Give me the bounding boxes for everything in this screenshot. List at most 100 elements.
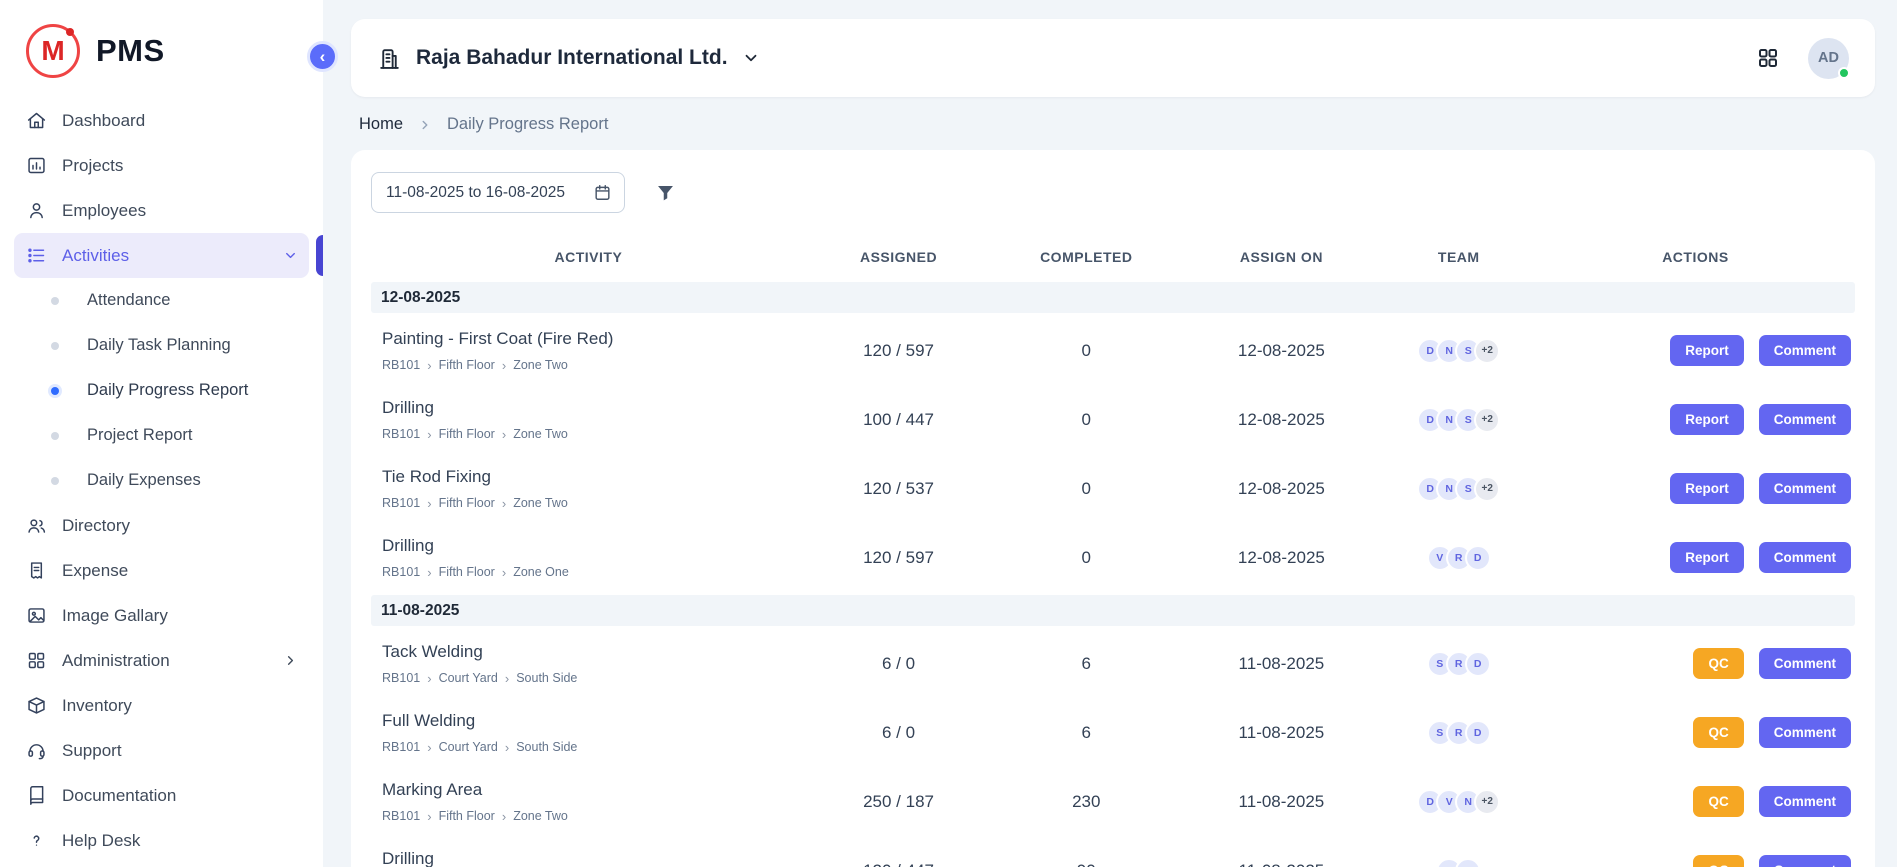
comment-button[interactable]: Comment: [1759, 786, 1851, 817]
main-content: Raja Bahadur International Ltd. AD Home …: [323, 0, 1897, 867]
activity-path: RB101›Court Yard›South Side: [382, 740, 806, 754]
completed-value: 0: [991, 479, 1181, 499]
sidebar-item-label: Dashboard: [62, 111, 145, 131]
comment-button[interactable]: Comment: [1759, 335, 1851, 366]
activity-cell: DrillingRB101›Fifth Floor›Zone Two: [371, 398, 806, 441]
team-avatar: R: [1455, 858, 1481, 867]
column-header-activity: ACTIVITY: [371, 249, 806, 265]
qc-button[interactable]: QC: [1693, 717, 1743, 748]
sidebar-collapse-button[interactable]: ‹: [307, 41, 338, 72]
sidebar-item-employees[interactable]: Employees: [14, 188, 309, 233]
chevron-right-icon: ›: [502, 359, 506, 372]
path-segment: Court Yard: [439, 740, 498, 754]
qc-button[interactable]: QC: [1693, 786, 1743, 817]
chevron-right-icon: [418, 118, 432, 132]
sidebar-item-image-gallary[interactable]: Image Gallary: [14, 593, 309, 638]
sidebar-item-label: Activities: [62, 246, 129, 266]
assign-on-value: 11-08-2025: [1181, 861, 1381, 867]
sidebar-item-label: Support: [62, 741, 122, 761]
bullet-icon: [51, 432, 59, 440]
filter-funnel-button[interactable]: [655, 182, 676, 203]
comment-button[interactable]: Comment: [1759, 717, 1851, 748]
comment-button[interactable]: Comment: [1759, 542, 1851, 573]
sidebar-item-label: Expense: [62, 561, 128, 581]
sidebar-item-help-desk[interactable]: Help Desk: [14, 818, 309, 863]
activity-cell: Tie Rod FixingRB101›Fifth Floor›Zone Two: [371, 467, 806, 510]
apps-grid-icon[interactable]: [1756, 46, 1780, 70]
sidebar-item-label: Documentation: [62, 786, 176, 806]
sidebar-subitem-daily-expenses[interactable]: Daily Expenses: [14, 458, 309, 503]
sidebar-subitem-attendance[interactable]: Attendance: [14, 278, 309, 323]
assigned-value: 250 / 187: [806, 792, 992, 812]
activity-row: DrillingRB101›Fifth Floor›Zone Two100 / …: [371, 385, 1855, 454]
comment-button[interactable]: Comment: [1759, 404, 1851, 435]
assign-on-value: 12-08-2025: [1181, 341, 1381, 361]
activity-path: RB101›Fifth Floor›Zone Two: [382, 809, 806, 823]
company-name: Raja Bahadur International Ltd.: [416, 46, 728, 70]
qc-button[interactable]: QC: [1693, 855, 1743, 867]
activity-row: Tie Rod FixingRB101›Fifth Floor›Zone Two…: [371, 454, 1855, 523]
sidebar-item-support[interactable]: Support: [14, 728, 309, 773]
users-icon: [25, 515, 47, 537]
column-header-team: TEAM: [1382, 249, 1536, 265]
comment-button[interactable]: Comment: [1759, 855, 1851, 867]
sidebar-subitem-label: Daily Progress Report: [87, 381, 248, 400]
path-segment: Zone Two: [513, 358, 568, 372]
sidebar-subitem-project-report[interactable]: Project Report: [14, 413, 309, 458]
topbar-right: AD: [1756, 38, 1849, 79]
activity-title: Drilling: [382, 398, 806, 418]
sidebar-subitem-daily-progress-report[interactable]: Daily Progress Report: [14, 368, 309, 413]
topbar: Raja Bahadur International Ltd. AD: [351, 19, 1875, 97]
path-segment: RB101: [382, 565, 420, 579]
date-range-input[interactable]: 11-08-2025 to 16-08-2025: [371, 172, 625, 213]
comment-button[interactable]: Comment: [1759, 648, 1851, 679]
activity-title: Tie Rod Fixing: [382, 467, 806, 487]
sidebar-item-directory[interactable]: Directory: [14, 503, 309, 548]
chevron-right-icon: ›: [502, 428, 506, 441]
qc-button[interactable]: QC: [1693, 648, 1743, 679]
report-button[interactable]: Report: [1670, 473, 1744, 504]
sidebar-item-inventory[interactable]: Inventory: [14, 683, 309, 728]
completed-value: 6: [991, 723, 1181, 743]
actions-cell: QC Comment: [1536, 717, 1855, 748]
receipt-icon: [25, 560, 47, 582]
assigned-value: 120 / 447: [806, 861, 992, 867]
path-segment: RB101: [382, 740, 420, 754]
company-selector[interactable]: Raja Bahadur International Ltd.: [377, 46, 760, 71]
activity-cell: Tack WeldingRB101›Court Yard›South Side: [371, 642, 806, 685]
chevron-down-icon: [283, 248, 298, 263]
sidebar-item-expense[interactable]: Expense: [14, 548, 309, 593]
activity-row: Tack WeldingRB101›Court Yard›South Side6…: [371, 629, 1855, 698]
report-button[interactable]: Report: [1670, 542, 1744, 573]
breadcrumb-home[interactable]: Home: [359, 115, 403, 134]
actions-cell: Report Comment: [1536, 473, 1855, 504]
assigned-value: 120 / 597: [806, 341, 992, 361]
report-button[interactable]: Report: [1670, 404, 1744, 435]
completed-value: 0: [991, 341, 1181, 361]
path-segment: RB101: [382, 427, 420, 441]
path-segment: South Side: [516, 671, 577, 685]
chevron-right-icon: ›: [427, 359, 431, 372]
report-button[interactable]: Report: [1670, 335, 1744, 366]
sidebar-item-activities[interactable]: Activities: [14, 233, 309, 278]
path-segment: South Side: [516, 740, 577, 754]
sidebar-item-administration[interactable]: Administration: [14, 638, 309, 683]
chevron-right-icon: ›: [427, 428, 431, 441]
sidebar-subitem-label: Attendance: [87, 291, 170, 310]
activity-title: Drilling: [382, 536, 806, 556]
column-header-assign-on: ASSIGN ON: [1181, 249, 1381, 265]
chevron-right-icon: ›: [427, 741, 431, 754]
bullet-icon: [51, 477, 59, 485]
user-avatar[interactable]: AD: [1808, 38, 1849, 79]
sidebar-item-documentation[interactable]: Documentation: [14, 773, 309, 818]
comment-button[interactable]: Comment: [1759, 473, 1851, 504]
sidebar-item-projects[interactable]: Projects: [14, 143, 309, 188]
chevron-right-icon: ›: [502, 497, 506, 510]
sidebar-subitem-daily-task-planning[interactable]: Daily Task Planning: [14, 323, 309, 368]
sidebar-item-dashboard[interactable]: Dashboard: [14, 98, 309, 143]
sidebar-item-label: Employees: [62, 201, 146, 221]
breadcrumb-current: Daily Progress Report: [447, 115, 608, 134]
activity-cell: Marking AreaRB101›Fifth Floor›Zone Two: [371, 780, 806, 823]
activity-path: RB101›Fifth Floor›Zone Two: [382, 358, 806, 372]
bullet-icon: [51, 342, 59, 350]
